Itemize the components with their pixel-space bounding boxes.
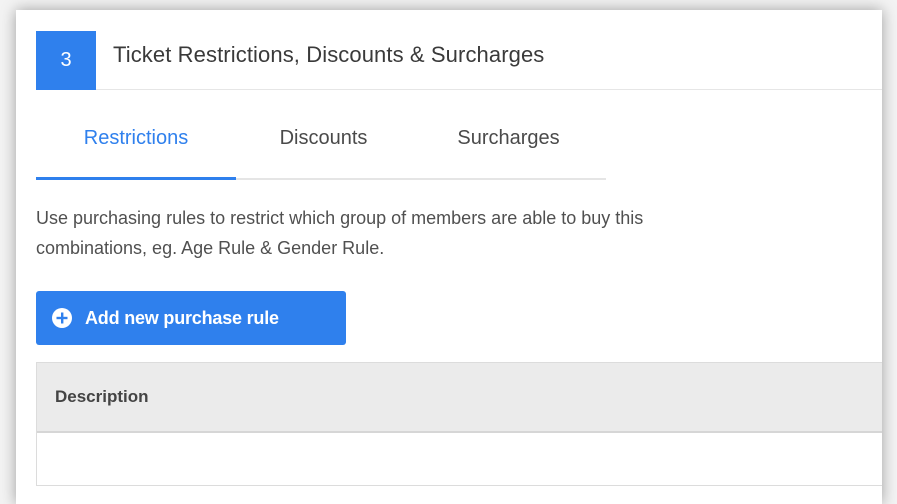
add-purchase-rule-label: Add new purchase rule	[85, 307, 279, 328]
tab-surcharges[interactable]: Surcharges	[411, 116, 606, 176]
screenshot-frame: 3 Ticket Restrictions, Discounts & Surch…	[0, 0, 897, 504]
restrictions-description: Use purchasing rules to restrict which g…	[36, 203, 882, 263]
purchase-rules-table: Description	[36, 362, 882, 486]
ticket-restrictions-panel: 3 Ticket Restrictions, Discounts & Surch…	[16, 10, 882, 504]
tab-restrictions[interactable]: Restrictions	[36, 116, 236, 176]
table-header-row: Description	[37, 363, 882, 433]
active-tab-indicator	[36, 177, 236, 180]
plus-circle-icon	[52, 308, 72, 328]
tab-bar: Restrictions Discounts Surcharges	[36, 116, 606, 180]
header-divider	[96, 89, 882, 90]
description-line-1: Use purchasing rules to restrict which g…	[36, 208, 644, 228]
section-title: Ticket Restrictions, Discounts & Surchar…	[113, 42, 545, 67]
column-header-description: Description	[55, 387, 149, 406]
tab-discounts[interactable]: Discounts	[236, 116, 411, 176]
add-purchase-rule-button[interactable]: Add new purchase rule	[36, 291, 346, 345]
table-body-empty	[37, 433, 882, 485]
step-number-badge: 3	[36, 31, 96, 90]
description-line-2: combinations, eg. Age Rule & Gender Rule…	[36, 238, 385, 258]
